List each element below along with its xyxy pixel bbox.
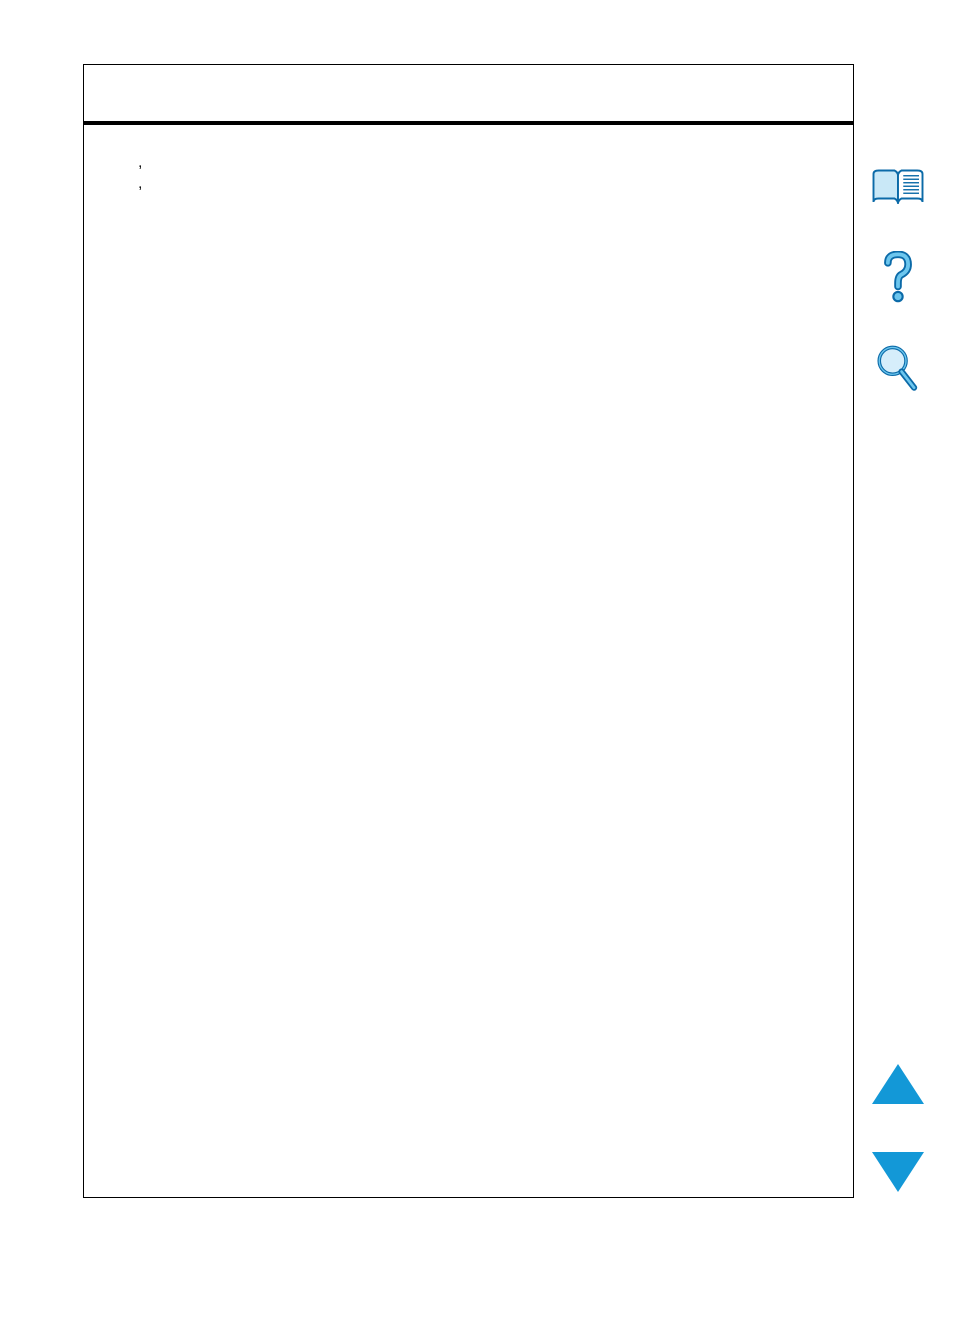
index-entry-2: , — [136, 176, 813, 195]
sidebar-toolbar — [862, 160, 934, 396]
document-page: , , — [83, 64, 854, 1198]
search-button[interactable] — [870, 340, 926, 396]
book-icon — [870, 165, 926, 211]
question-icon — [881, 251, 915, 305]
page-header — [84, 65, 853, 125]
comma-mark: , — [138, 176, 142, 192]
comma-mark: , — [138, 155, 142, 171]
page-up-button[interactable] — [872, 1064, 924, 1104]
page-content: , , — [84, 125, 853, 227]
help-button[interactable] — [870, 250, 926, 306]
page-down-button[interactable] — [872, 1152, 924, 1192]
toc-button[interactable] — [870, 160, 926, 216]
magnifier-icon — [873, 343, 923, 393]
index-entry-1: , — [136, 155, 813, 174]
page-nav — [862, 1064, 934, 1192]
